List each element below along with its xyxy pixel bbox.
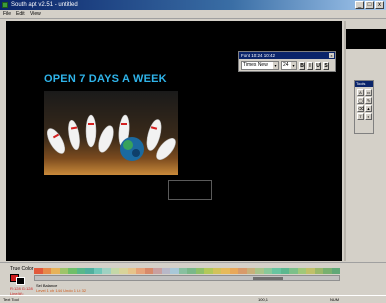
palette-swatch[interactable]	[85, 268, 94, 274]
app-icon	[2, 2, 8, 8]
palette-swatch[interactable]	[51, 268, 60, 274]
palette-swatch[interactable]	[170, 268, 179, 274]
preview-panel	[346, 29, 386, 49]
font-toolbar-close-button[interactable]: x	[329, 53, 334, 58]
font-toolbar-title: Font 10:24 10:42	[241, 53, 276, 58]
minimize-button[interactable]: _	[355, 1, 364, 9]
close-button[interactable]: x	[375, 1, 384, 9]
palette-swatch[interactable]	[204, 268, 213, 274]
right-divider	[344, 21, 346, 261]
font-size-select[interactable]: 24 ▾	[281, 61, 297, 70]
palette-swatch[interactable]	[161, 268, 170, 274]
bowling-pins-graphic	[47, 114, 176, 161]
palette-swatch[interactable]	[306, 268, 315, 274]
color-mode-label: True Color	[10, 266, 34, 272]
palette-swatch[interactable]	[68, 268, 77, 274]
text-tool-icon[interactable]: A	[357, 89, 364, 96]
background-color-swatch[interactable]	[16, 277, 25, 285]
strikeout-button[interactable]: S	[323, 61, 329, 70]
palette-swatch[interactable]	[221, 268, 230, 274]
palette-swatch[interactable]	[76, 268, 85, 274]
info-values: Level 1 ch 144 Undo 1 Lt 32	[36, 288, 87, 293]
eraser-tool-icon[interactable]: ⌫	[357, 105, 364, 112]
underline-button[interactable]: U	[315, 61, 321, 70]
palette-swatch[interactable]	[246, 268, 255, 274]
tools-palette-title[interactable]: Tools	[355, 81, 373, 87]
font-toolbar-controls: Times New ▾ 24 ▾ B I U S	[241, 61, 329, 70]
palette-swatch[interactable]	[280, 268, 289, 274]
rectangle-tool-icon[interactable]: ▭	[365, 89, 372, 96]
menu-edit[interactable]: Edit	[16, 11, 25, 18]
palette-swatch[interactable]	[255, 268, 264, 274]
title-bar: South apt v2.51 - untitled _ □ x	[0, 0, 386, 10]
font-name-dropdown-icon[interactable]: ▾	[273, 62, 278, 69]
palette-swatch[interactable]	[153, 268, 162, 274]
palette-swatch[interactable]	[136, 268, 145, 274]
bowling-pins-image[interactable]	[44, 91, 178, 175]
status-bar: Text Tool 100,1 NUM	[0, 295, 386, 303]
palette-swatch[interactable]	[110, 268, 119, 274]
palette-swatch[interactable]	[187, 268, 196, 274]
palette-swatch[interactable]	[127, 268, 136, 274]
menu-bar: File Edit View	[0, 10, 386, 19]
palette-swatch[interactable]	[314, 268, 323, 274]
tools-palette: Tools A ▭ ◯ ✎ ⌫ ▲ T ◐	[354, 80, 374, 134]
palette-swatch[interactable]	[272, 268, 281, 274]
bold-button[interactable]: B	[299, 61, 305, 70]
menu-file[interactable]: File	[3, 11, 11, 18]
palette-swatch[interactable]	[59, 268, 68, 274]
menu-view[interactable]: View	[30, 11, 41, 18]
ellipse-tool-icon[interactable]: ◯	[357, 97, 364, 104]
canvas-headline[interactable]: OPEN 7 DAYS A WEEK	[44, 73, 167, 85]
palette-swatch[interactable]	[178, 268, 187, 274]
palette-swatch[interactable]	[289, 268, 298, 274]
palette-swatch[interactable]	[212, 268, 221, 274]
palette-swatch[interactable]	[144, 268, 153, 274]
type-tool-icon[interactable]: T	[357, 113, 364, 120]
window-title: South apt v2.51 - untitled	[11, 2, 78, 8]
scrollbar-thumb[interactable]	[253, 277, 283, 280]
status-right: NUM	[330, 297, 340, 302]
window-controls: _ □ x	[355, 1, 384, 9]
palette-swatch[interactable]	[238, 268, 247, 274]
font-size-dropdown-icon[interactable]: ▾	[291, 62, 296, 69]
font-size-value: 24	[283, 62, 289, 68]
palette-swatch[interactable]	[297, 268, 306, 274]
pencil-tool-icon[interactable]: ✎	[365, 97, 372, 104]
palette-swatch[interactable]	[229, 268, 238, 274]
palette-swatch[interactable]	[195, 268, 204, 274]
app-window: South apt v2.51 - untitled _ □ x File Ed…	[0, 0, 386, 303]
status-mid: 100,1	[258, 297, 269, 302]
font-name-select[interactable]: Times New ▾	[241, 61, 279, 70]
palette-swatch[interactable]	[323, 268, 332, 274]
palette-scrollbar[interactable]	[34, 275, 340, 281]
status-left: Text Tool	[3, 297, 19, 302]
palette-swatch[interactable]	[119, 268, 128, 274]
color-picker-tool-icon[interactable]: ◐	[365, 113, 372, 120]
font-toolbar: Font 10:24 10:42 x Times New ▾ 24 ▾ B I …	[238, 51, 336, 72]
palette-swatch[interactable]	[34, 268, 43, 274]
selection-rectangle[interactable]	[168, 180, 212, 200]
color-palette[interactable]	[34, 268, 340, 274]
font-toolbar-titlebar[interactable]: Font 10:24 10:42 x	[239, 52, 335, 59]
palette-swatch[interactable]	[42, 268, 51, 274]
palette-swatch[interactable]	[102, 268, 111, 274]
fill-tool-icon[interactable]: ▲	[365, 105, 372, 112]
tool-grid: A ▭ ◯ ✎ ⌫ ▲ T ◐	[357, 89, 372, 120]
font-name-value: Times New	[243, 62, 268, 68]
palette-swatch[interactable]	[331, 268, 340, 274]
palette-swatch[interactable]	[263, 268, 272, 274]
palette-swatch[interactable]	[93, 268, 102, 274]
italic-button[interactable]: I	[307, 61, 313, 70]
maximize-button[interactable]: □	[365, 1, 374, 9]
